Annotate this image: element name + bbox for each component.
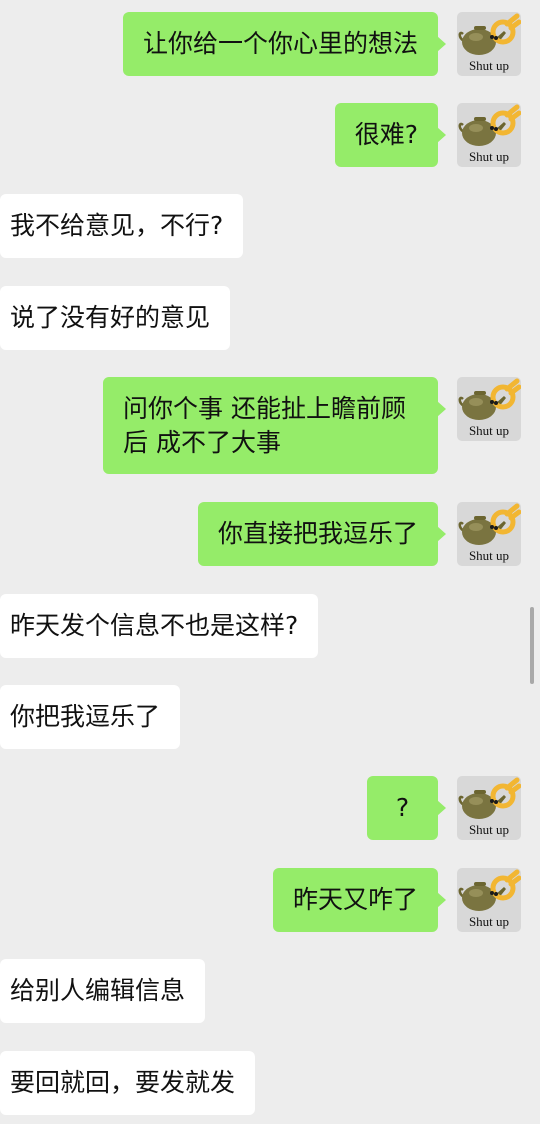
teapot-ok-hand-icon xyxy=(458,104,521,146)
teapot-ok-hand-icon xyxy=(458,777,521,819)
message-bubble[interactable]: 给别人编辑信息 xyxy=(0,959,206,1023)
message-text: 昨天又咋了 xyxy=(292,885,418,914)
message-text: 说了没有好的意见 xyxy=(10,303,211,332)
message-bubble[interactable]: 很难? xyxy=(334,103,446,167)
message-text: 给别人编辑信息 xyxy=(10,976,186,1005)
bubble-tail xyxy=(437,36,446,52)
scrollbar-thumb[interactable] xyxy=(530,607,534,684)
bubble-tail xyxy=(437,526,446,542)
avatar-caption: Shut up xyxy=(468,58,510,73)
bubble-tail xyxy=(437,401,446,417)
message-bubble[interactable]: 我不给意见，不行? xyxy=(0,194,244,258)
avatar[interactable]: Shut up xyxy=(457,502,521,566)
message-text: 你把我逗乐了 xyxy=(10,702,161,731)
avatar[interactable]: Shut up xyxy=(457,776,521,840)
bubble-tail xyxy=(437,127,446,143)
chat-message-list[interactable]: 让你给一个你心里的想法 Shut up 很难? Shut up 我不给意见，不行… xyxy=(0,0,540,1124)
teapot-ok-hand-icon xyxy=(458,503,521,545)
teapot-ok-hand-icon xyxy=(458,869,521,911)
teapot-ok-hand-icon xyxy=(458,378,521,420)
avatar-caption: Shut up xyxy=(468,423,510,438)
message-bubble[interactable]: 要回就回，要发就发 xyxy=(0,1051,256,1115)
teapot-ok-hand-icon xyxy=(458,13,521,55)
avatar[interactable]: Shut up xyxy=(457,868,521,932)
avatar[interactable]: Shut up xyxy=(457,12,521,76)
message-bubble[interactable]: 让你给一个你心里的想法 xyxy=(122,12,446,76)
avatar-caption: Shut up xyxy=(468,149,510,164)
message-text: 让你给一个你心里的想法 xyxy=(142,29,418,58)
message-text: 要回就回，要发就发 xyxy=(10,1068,236,1097)
message-bubble[interactable]: 昨天发个信息不也是这样? xyxy=(0,594,319,658)
message-bubble[interactable]: 问你个事 还能扯上瞻前顾后 成不了大事 xyxy=(103,377,446,474)
message-bubble[interactable]: 昨天又咋了 xyxy=(272,868,446,932)
message-text: 很难? xyxy=(354,120,418,149)
message-bubble[interactable]: 说了没有好的意见 xyxy=(0,286,231,350)
message-text: 昨天发个信息不也是这样? xyxy=(10,611,299,640)
avatar-caption: Shut up xyxy=(468,548,510,563)
message-text: ? xyxy=(395,793,410,822)
message-text: 你直接把我逗乐了 xyxy=(217,519,418,548)
avatar-caption: Shut up xyxy=(468,822,510,837)
avatar[interactable]: Shut up xyxy=(457,377,521,441)
bubble-tail xyxy=(437,800,446,816)
message-text: 我不给意见，不行? xyxy=(10,211,224,240)
avatar[interactable]: Shut up xyxy=(457,103,521,167)
message-bubble[interactable]: ? xyxy=(367,776,446,840)
avatar-caption: Shut up xyxy=(468,914,510,929)
bubble-tail xyxy=(437,892,446,908)
message-bubble[interactable]: 你把我逗乐了 xyxy=(0,685,181,749)
message-bubble[interactable]: 你直接把我逗乐了 xyxy=(197,502,446,566)
message-text: 问你个事 还能扯上瞻前顾后 成不了大事 xyxy=(123,394,406,457)
